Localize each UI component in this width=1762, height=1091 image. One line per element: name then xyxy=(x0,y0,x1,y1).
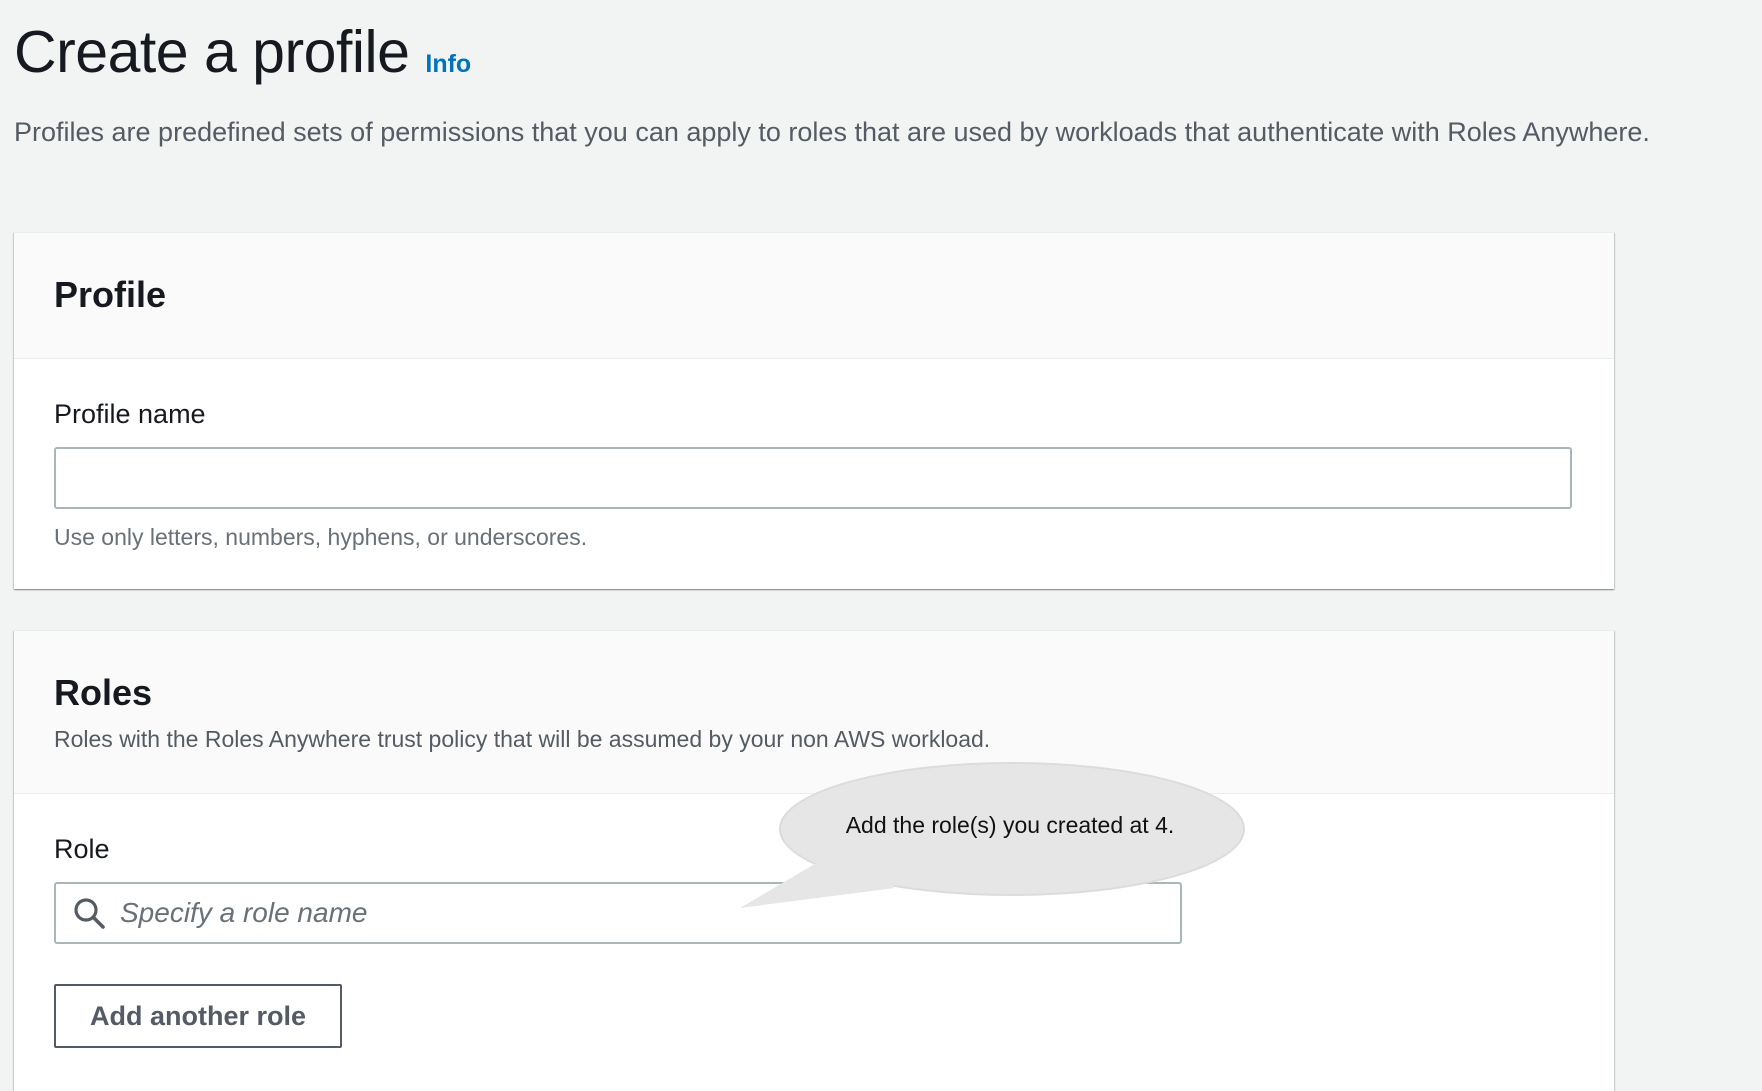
profile-panel-title: Profile xyxy=(54,274,167,315)
roles-panel-title: Roles xyxy=(54,672,153,713)
callout-text: Add the role(s) you created at 4. xyxy=(845,812,1175,838)
profile-name-hint: Use only letters, numbers, hyphens, or u… xyxy=(54,524,588,550)
profile-panel-header: Profile xyxy=(14,233,1614,359)
title-row: Create a profile Info xyxy=(14,16,1654,88)
search-icon xyxy=(72,896,106,930)
page-header: Create a profile Info Profiles are prede… xyxy=(14,16,1654,154)
callout-bubble: Add the role(s) you created at 4. xyxy=(740,762,1250,908)
info-link[interactable]: Info xyxy=(425,50,471,79)
profile-panel-body: Profile name Use only letters, numbers, … xyxy=(14,359,1614,553)
add-another-role-button[interactable]: Add another role xyxy=(54,984,343,1048)
page-description: Profiles are predefined sets of permissi… xyxy=(14,117,1650,147)
profile-panel: Profile Profile name Use only letters, n… xyxy=(14,232,1614,589)
roles-panel-description: Roles with the Roles Anywhere trust poli… xyxy=(54,726,991,752)
profile-name-input[interactable] xyxy=(54,447,1572,509)
page-title: Create a profile xyxy=(14,19,410,85)
profile-name-label: Profile name xyxy=(54,399,206,429)
